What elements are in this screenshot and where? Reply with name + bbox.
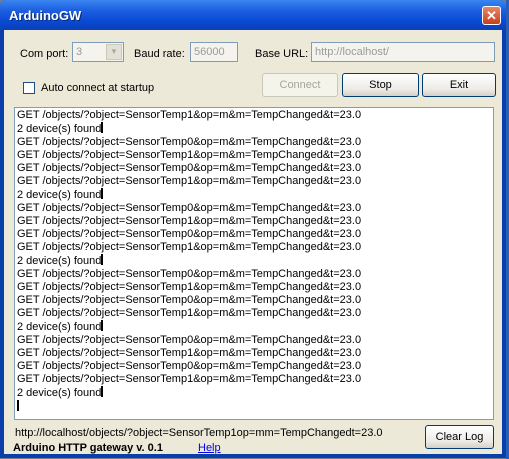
log-line: GET /objects/?object=SensorTemp1&op=m&m=… [17, 373, 362, 385]
log-line: 2 device(s) found [17, 386, 104, 399]
log-line: GET /objects/?object=SensorTemp1&op=m&m=… [17, 215, 362, 227]
base-url-value: http://localhost/ [315, 46, 389, 58]
baud-rate-field[interactable]: 56000 [190, 42, 238, 62]
text-caret [101, 122, 104, 133]
log-line: GET /objects/?object=SensorTemp1&op=m&m=… [17, 149, 362, 161]
title-bar[interactable]: ArduinoGW ✕ [0, 0, 506, 30]
status-last-request: http://localhost/objects/?object=SensorT… [15, 427, 383, 439]
log-line: GET /objects/?object=SensorTemp1&op=m&m=… [17, 347, 362, 359]
log-textarea[interactable]: GET /objects/?object=SensorTemp1&op=m&m=… [14, 107, 494, 420]
close-button[interactable]: ✕ [482, 6, 501, 25]
close-icon: ✕ [486, 8, 497, 23]
com-port-select[interactable]: 3 ▼ [72, 42, 124, 62]
log-line: GET /objects/?object=SensorTemp0&op=m&m=… [17, 228, 362, 240]
log-line: GET /objects/?object=SensorTemp0&op=m&m=… [17, 360, 362, 372]
text-caret [101, 320, 104, 331]
log-line: GET /objects/?object=SensorTemp1&op=m&m=… [17, 109, 362, 121]
log-line: GET /objects/?object=SensorTemp0&op=m&m=… [17, 294, 362, 306]
dialog-client: Com port: 3 ▼ Baud rate: 56000 Base URL:… [4, 30, 502, 454]
log-line: GET /objects/?object=SensorTemp1&op=m&m=… [17, 281, 362, 293]
auto-connect-checkbox[interactable] [23, 82, 35, 94]
chevron-down-icon[interactable]: ▼ [106, 44, 122, 60]
stop-button[interactable]: Stop [342, 73, 419, 97]
help-link[interactable]: Help [198, 442, 221, 454]
log-line: 2 device(s) found [17, 320, 104, 333]
com-port-label: Com port: [20, 48, 69, 60]
log-line: GET /objects/?object=SensorTemp1&op=m&m=… [17, 307, 362, 319]
window-title: ArduinoGW [9, 8, 82, 23]
log-line: GET /objects/?object=SensorTemp1&op=m&m=… [17, 175, 362, 187]
auto-connect-label: Auto connect at startup [41, 82, 155, 94]
base-url-field[interactable]: http://localhost/ [311, 42, 495, 62]
app-window: ArduinoGW ✕ Com port: 3 ▼ Baud rate: 560… [0, 0, 506, 458]
text-caret [17, 400, 19, 411]
app-version-label: Arduino HTTP gateway v. 0.1 [13, 442, 163, 454]
text-caret [101, 254, 104, 265]
log-line: GET /objects/?object=SensorTemp0&op=m&m=… [17, 334, 362, 346]
connect-button[interactable]: Connect [262, 73, 338, 97]
log-line: GET /objects/?object=SensorTemp0&op=m&m=… [17, 136, 362, 148]
baud-rate-label: Baud rate: [134, 48, 185, 60]
text-caret [101, 386, 104, 397]
text-caret [101, 188, 104, 199]
log-line: GET /objects/?object=SensorTemp1&op=m&m=… [17, 241, 362, 253]
com-port-value: 3 [76, 46, 83, 58]
exit-button[interactable]: Exit [422, 73, 496, 97]
base-url-label: Base URL: [255, 48, 309, 60]
log-line: 2 device(s) found [17, 254, 104, 267]
log-line [17, 400, 491, 414]
clear-log-button[interactable]: Clear Log [425, 425, 494, 449]
log-line: GET /objects/?object=SensorTemp0&op=m&m=… [17, 268, 362, 280]
baud-rate-value: 56000 [194, 46, 225, 58]
log-line: 2 device(s) found [17, 188, 104, 201]
log-line: 2 device(s) found [17, 122, 104, 135]
log-line: GET /objects/?object=SensorTemp0&op=m&m=… [17, 202, 362, 214]
log-line: GET /objects/?object=SensorTemp0&op=m&m=… [17, 162, 362, 174]
log-lines: GET /objects/?object=SensorTemp1&op=m&m=… [17, 109, 491, 414]
